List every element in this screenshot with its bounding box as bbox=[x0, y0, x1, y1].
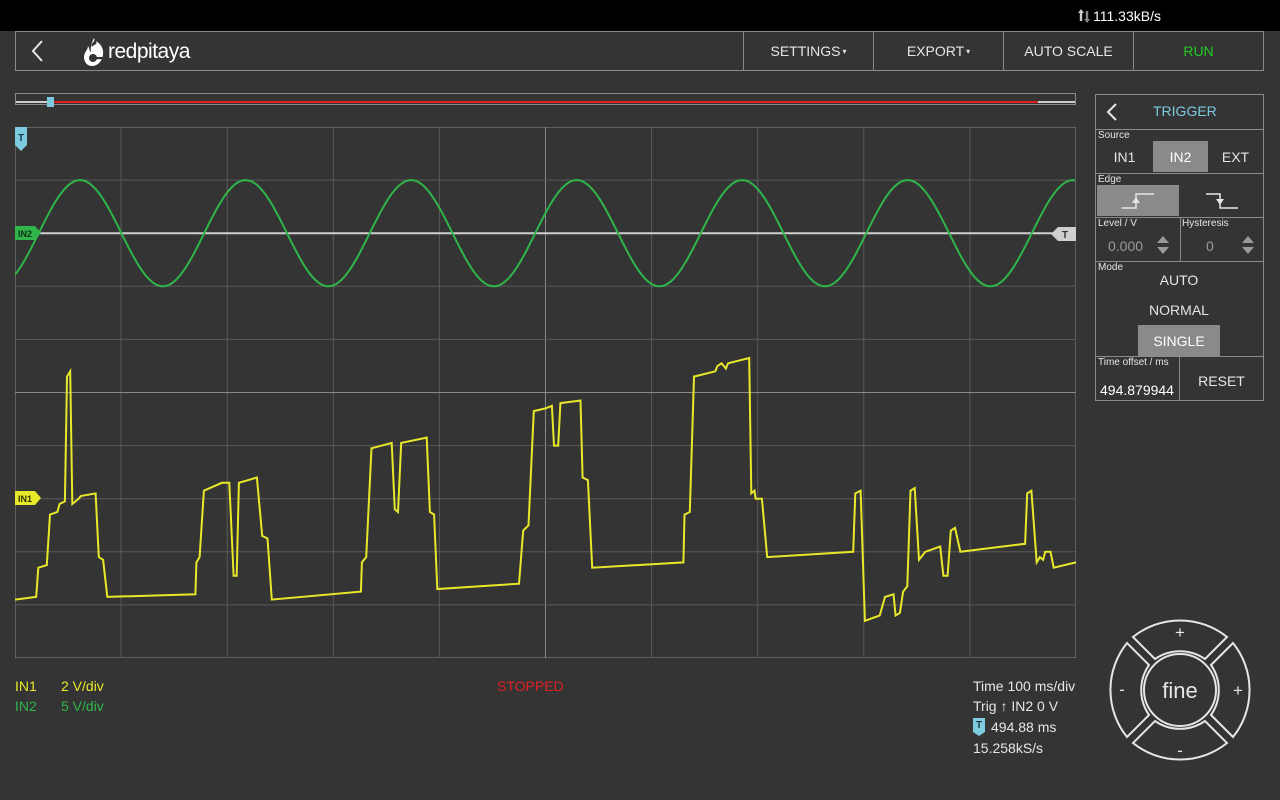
chevron-left-icon bbox=[31, 40, 43, 62]
mode-single-button[interactable]: SINGLE bbox=[1138, 325, 1220, 356]
top-toolbar: redpitaya SETTINGS ▾ EXPORT ▾ AUTO SCALE R… bbox=[15, 31, 1264, 71]
buffer-timeline-graphic bbox=[16, 97, 1075, 107]
plot-canvas: T IN2 IN1 T bbox=[14, 126, 1077, 659]
run-label: RUN bbox=[1183, 43, 1214, 59]
chevron-down-icon: ▾ bbox=[842, 46, 847, 56]
in1-scale: 2 V/div bbox=[61, 678, 104, 694]
level-hysteresis-section: Level / V Hysteresis 0.000 0 bbox=[1096, 217, 1263, 261]
time-offset-value: 494.88 ms bbox=[991, 719, 1057, 735]
network-rate: 111.33kB/s bbox=[1078, 8, 1161, 24]
jog-wheel-graphic: + + - - fine bbox=[1109, 619, 1251, 761]
jog-wheel: + + - - fine bbox=[1104, 614, 1256, 766]
trigger-time-marker-label: T bbox=[18, 133, 24, 144]
rising-edge-icon bbox=[1122, 192, 1154, 209]
edge-label: Edge bbox=[1098, 174, 1122, 185]
falling-edge-icon bbox=[1205, 192, 1238, 209]
time-scale: Time 100 ms/div bbox=[973, 678, 1076, 694]
time-offset-marker-icon: T bbox=[973, 718, 985, 736]
source-ext-button[interactable]: EXT bbox=[1208, 141, 1263, 172]
reset-button[interactable]: RESET bbox=[1180, 363, 1263, 399]
header-menu: SETTINGS ▾ EXPORT ▾ AUTO SCALE RUN bbox=[743, 32, 1263, 70]
in2-offset-marker-label: IN2 bbox=[18, 229, 32, 239]
run-button[interactable]: RUN bbox=[1133, 32, 1263, 70]
edge-section: Edge bbox=[1096, 173, 1263, 217]
level-hysteresis-divider bbox=[1180, 218, 1181, 261]
chevron-down-icon: ▾ bbox=[966, 46, 971, 56]
in1-offset-marker-label: IN1 bbox=[18, 494, 32, 504]
mode-label: Mode bbox=[1098, 262, 1124, 273]
level-stepper[interactable] bbox=[1156, 234, 1170, 256]
level-decrement-icon bbox=[1157, 247, 1169, 254]
time-offset-input[interactable]: 494.879944 bbox=[1100, 382, 1174, 398]
level-increment-icon bbox=[1157, 236, 1169, 243]
source-label: Source bbox=[1098, 130, 1130, 141]
trigger-panel-header: TRIGGER bbox=[1096, 95, 1263, 129]
source-section: Source IN1 IN2 EXT bbox=[1096, 129, 1263, 173]
network-transfer-icon bbox=[1078, 9, 1090, 23]
trigger-title: TRIGGER bbox=[1153, 103, 1217, 119]
buffer-timeline[interactable] bbox=[15, 93, 1076, 107]
source-in1-button[interactable]: IN1 bbox=[1097, 141, 1152, 172]
trigger-panel: TRIGGER Source IN1 IN2 EXT Edge Level / … bbox=[1095, 94, 1264, 401]
time-offset-readout: T 494.88 ms bbox=[973, 718, 1056, 736]
hysteresis-input[interactable]: 0 bbox=[1206, 238, 1214, 254]
trigger-summary: Trig ↑ IN2 0 V bbox=[973, 698, 1059, 714]
auto-scale-button[interactable]: AUTO SCALE bbox=[1003, 32, 1133, 70]
trigger-level-input[interactable]: 0.000 bbox=[1108, 238, 1143, 254]
status-bar: 111.33kB/s bbox=[0, 0, 1280, 31]
time-offset-section: Time offset / ms 494.879944 RESET bbox=[1096, 356, 1263, 401]
trigger-back-button[interactable] bbox=[1102, 101, 1124, 123]
in1-label: IN1 bbox=[15, 678, 37, 694]
settings-menu-button[interactable]: SETTINGS ▾ bbox=[743, 32, 873, 70]
redpitaya-logo: redpitaya bbox=[82, 37, 190, 67]
oscilloscope-plot[interactable]: T IN2 IN1 T bbox=[14, 126, 1077, 659]
mode-section: Mode AUTO NORMAL SINGLE bbox=[1096, 261, 1263, 356]
level-label: Level / V bbox=[1098, 218, 1137, 229]
export-menu-button[interactable]: EXPORT ▾ bbox=[873, 32, 1003, 70]
acquisition-state: STOPPED bbox=[497, 678, 564, 694]
logo-text: redpitaya bbox=[108, 40, 190, 63]
jog-plus-top: + bbox=[1175, 623, 1185, 642]
hysteresis-increment-icon bbox=[1242, 236, 1254, 243]
in2-label: IN2 bbox=[15, 698, 37, 714]
edge-falling-button[interactable] bbox=[1180, 185, 1263, 216]
time-offset-label: Time offset / ms bbox=[1098, 357, 1169, 368]
hysteresis-decrement-icon bbox=[1242, 247, 1254, 254]
hysteresis-label: Hysteresis bbox=[1182, 218, 1229, 229]
in2-scale: 5 V/div bbox=[61, 698, 104, 714]
auto-scale-label: AUTO SCALE bbox=[1024, 43, 1113, 59]
trigger-level-marker-label: T bbox=[1062, 230, 1068, 241]
buffer-position-handle[interactable] bbox=[47, 97, 54, 107]
back-button[interactable] bbox=[26, 38, 52, 64]
network-rate-text: 111.33kB/s bbox=[1093, 8, 1161, 24]
mode-normal-button[interactable]: NORMAL bbox=[1138, 298, 1220, 322]
edge-rising-button[interactable] bbox=[1097, 185, 1179, 216]
hysteresis-stepper[interactable] bbox=[1241, 234, 1255, 256]
jog-minus-bottom: - bbox=[1177, 741, 1183, 760]
jog-plus-right: + bbox=[1233, 681, 1243, 700]
mode-auto-button[interactable]: AUTO bbox=[1138, 268, 1220, 292]
export-label: EXPORT bbox=[906, 43, 965, 59]
source-in2-button[interactable]: IN2 bbox=[1153, 141, 1208, 172]
logo-flame-icon bbox=[84, 38, 104, 66]
jog-minus-left: - bbox=[1119, 680, 1125, 699]
sample-rate: 15.258kS/s bbox=[973, 740, 1044, 756]
settings-label: SETTINGS bbox=[770, 43, 841, 59]
fine-label: fine bbox=[1162, 678, 1197, 703]
